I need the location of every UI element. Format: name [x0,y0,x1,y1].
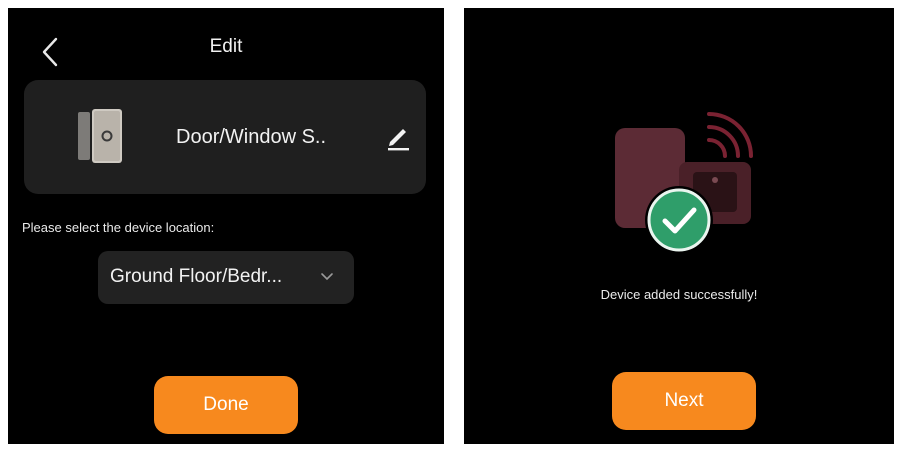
device-illustration [609,100,755,260]
done-button[interactable]: Done [154,376,298,434]
door-window-sensor-icon [77,108,123,164]
page-title: Edit [209,36,243,57]
device-added-screen: Device added successfully! Next [464,8,894,444]
chevron-down-icon [321,273,333,281]
location-dropdown[interactable]: Ground Floor/Bedr... [98,251,354,304]
success-message: Device added successfully! [600,287,758,302]
device-card: Door/Window S.. [24,80,426,194]
device-name: Door/Window S.. [176,126,327,148]
location-prompt: Please select the device location: [22,220,215,235]
edit-device-screen: Edit Door/Window S.. Please select the d… [8,8,444,444]
next-button[interactable]: Next [612,372,756,430]
location-value: Ground Floor/Bedr... [110,266,283,287]
pencil-icon [388,129,409,151]
wifi-signal-icon [707,112,753,158]
edit-name-button[interactable] [384,122,412,152]
checkmark-circle-icon [645,186,713,254]
